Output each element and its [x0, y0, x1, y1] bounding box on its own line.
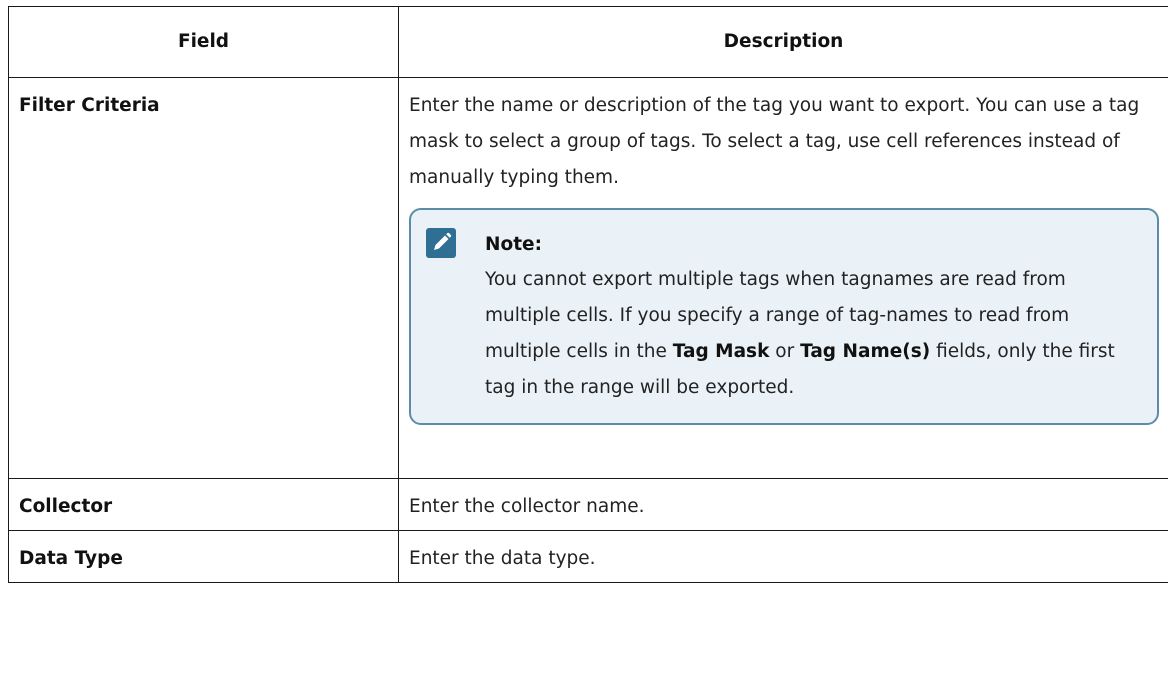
description-cell: Enter the data type.	[398, 530, 1168, 583]
note-body: Note: You cannot export multiple tags wh…	[485, 228, 1141, 406]
column-header-field: Field	[8, 6, 399, 78]
field-name-cell: Data Type	[8, 530, 399, 583]
note-text-part: or	[769, 341, 801, 362]
field-name-cell: Collector	[8, 478, 399, 531]
column-header-description: Description	[398, 6, 1168, 78]
description-cell: Enter the name or description of the tag…	[398, 77, 1168, 479]
note-bold-tag-mask: Tag Mask	[672, 341, 770, 362]
description-cell: Enter the collector name.	[398, 478, 1168, 531]
note-text: You cannot export multiple tags when tag…	[485, 269, 1115, 398]
table-row: Collector Enter the collector name.	[8, 478, 1168, 531]
table-row: Data Type Enter the data type.	[8, 530, 1168, 583]
note-title: Note:	[485, 234, 542, 255]
table-header-row: Field Description	[8, 6, 1168, 78]
table-row: Filter Criteria Enter the name or descri…	[8, 77, 1168, 479]
note-bold-tag-names: Tag Name(s)	[800, 341, 931, 362]
note-callout: Note: You cannot export multiple tags wh…	[409, 208, 1159, 425]
field-name-cell: Filter Criteria	[8, 77, 399, 479]
fields-table: Field Description Filter Criteria Enter …	[8, 6, 1168, 583]
pencil-edit-icon	[426, 228, 456, 258]
description-text: Enter the name or description of the tag…	[409, 95, 1140, 188]
